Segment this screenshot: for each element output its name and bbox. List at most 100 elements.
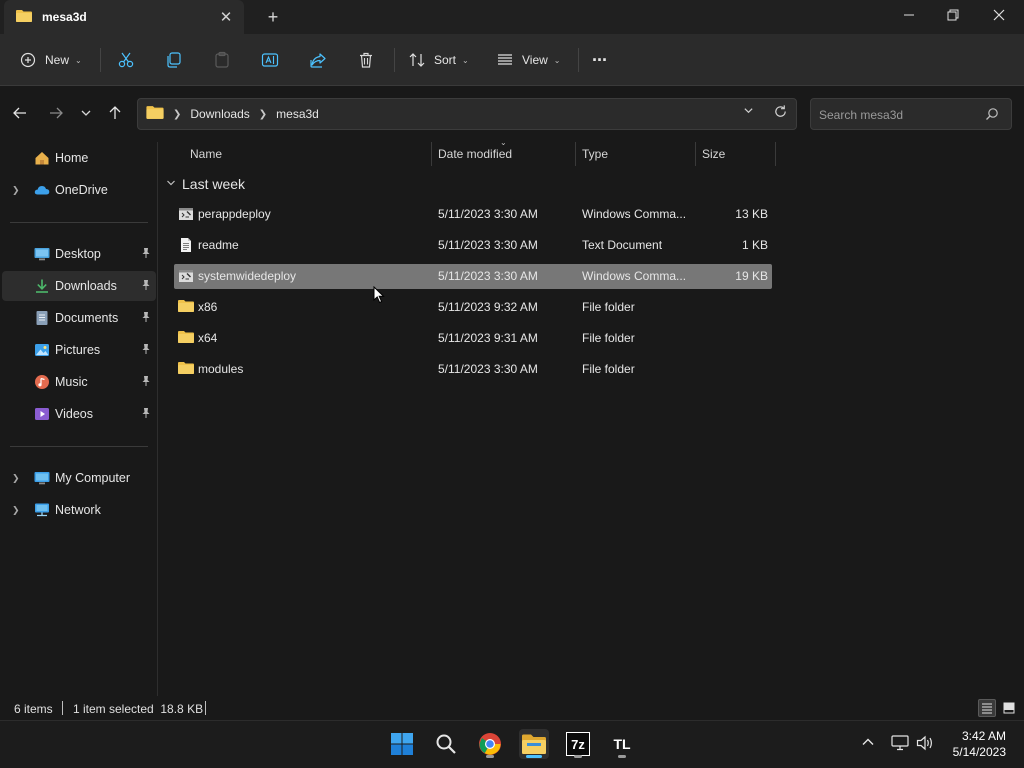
network-icon [34, 502, 50, 518]
arrow-left-icon [13, 107, 26, 119]
sidebar-item-desktop[interactable]: Desktop [0, 239, 156, 269]
taskbar-search-button[interactable] [431, 729, 461, 759]
sidebar-item-documents[interactable]: Documents [0, 303, 156, 333]
pin-icon [140, 311, 152, 326]
column-header-type[interactable]: Type [582, 142, 608, 166]
taskbar-tl-app[interactable]: TL [607, 729, 637, 759]
cmd-file-icon [178, 206, 194, 225]
table-row[interactable]: x86 5/11/2023 9:32 AM File folder [174, 295, 772, 320]
running-indicator [618, 755, 626, 758]
refresh-button[interactable] [773, 104, 788, 122]
sidebar-item-music[interactable]: Music [0, 367, 156, 397]
sort-label: Sort [434, 53, 457, 67]
tab-title: mesa3d [42, 10, 87, 24]
more-options-button[interactable]: ··· [592, 46, 608, 74]
chevron-down-icon [81, 110, 91, 116]
up-button[interactable] [104, 102, 126, 124]
sort-button[interactable]: Sort ⌄ [408, 46, 469, 74]
column-divider[interactable] [575, 142, 576, 166]
back-button[interactable] [9, 102, 31, 124]
table-row[interactable]: readme 5/11/2023 3:30 AM Text Document 1… [174, 233, 772, 258]
expand-chevron-icon[interactable]: ❯ [12, 473, 20, 484]
system-clock[interactable]: 3:42 AM 5/14/2023 [953, 728, 1006, 760]
file-type: Windows Comma... [582, 269, 687, 283]
pin-icon [140, 279, 152, 294]
file-list: Name Date modified ⌄ Type Size Last week… [160, 138, 1024, 696]
paste-icon [215, 51, 229, 68]
search-icon[interactable] [985, 107, 999, 124]
sidebar-item-label: Desktop [55, 247, 101, 261]
large-icons-view-button[interactable] [1000, 699, 1018, 717]
taskbar-chrome[interactable] [475, 729, 505, 759]
music-icon [34, 374, 50, 390]
column-divider[interactable] [775, 142, 776, 166]
start-button[interactable] [387, 729, 417, 759]
status-bar: 6 items 1 item selected 18.8 KB [0, 696, 1024, 720]
home-icon [34, 150, 50, 166]
file-date: 5/11/2023 3:30 AM [438, 207, 538, 221]
clock-date: 5/14/2023 [952, 745, 1006, 759]
breadcrumb-downloads[interactable]: Downloads [190, 107, 249, 121]
copy-button[interactable] [165, 46, 183, 74]
sort-icon [409, 53, 425, 67]
expand-chevron-icon[interactable]: ❯ [12, 505, 20, 516]
sidebar-item-my-computer[interactable]: ❯ My Computer [0, 463, 156, 493]
collapse-chevron-icon[interactable] [166, 178, 176, 190]
new-button[interactable]: New ⌄ [20, 46, 82, 74]
toolbar-divider [100, 48, 101, 72]
taskbar-7zip[interactable]: 7z [563, 729, 593, 759]
restore-button[interactable] [930, 0, 976, 30]
column-header-name[interactable]: Name [190, 142, 222, 166]
new-tab-button[interactable]: + [262, 6, 284, 28]
sidebar-item-pictures[interactable]: Pictures [0, 335, 156, 365]
forward-button[interactable] [45, 102, 67, 124]
rename-icon [261, 53, 279, 67]
breadcrumb-mesa3d[interactable]: mesa3d [276, 107, 319, 121]
table-row[interactable]: perappdeploy 5/11/2023 3:30 AM Windows C… [174, 202, 772, 227]
view-button[interactable]: View ⌄ [496, 46, 561, 74]
sidebar-item-network[interactable]: ❯ Network [0, 495, 156, 525]
file-date: 5/11/2023 9:32 AM [438, 300, 538, 314]
column-header-size[interactable]: Size [702, 142, 725, 166]
column-divider[interactable] [695, 142, 696, 166]
sidebar-item-label: Downloads [55, 279, 117, 293]
table-row[interactable]: modules 5/11/2023 3:30 AM File folder [174, 357, 772, 382]
breadcrumb-chevron-icon: ❯ [258, 108, 268, 120]
file-date: 5/11/2023 3:30 AM [438, 269, 538, 283]
group-header-last-week[interactable]: Last week [166, 176, 245, 192]
delete-button[interactable] [357, 46, 375, 74]
column-divider[interactable] [431, 142, 432, 166]
sidebar-item-label: Home [55, 151, 89, 165]
sidebar-item-onedrive[interactable]: ❯ OneDrive [0, 175, 156, 205]
close-tab-icon[interactable]: ✕ [216, 7, 236, 27]
taskbar-file-explorer[interactable] [519, 729, 549, 759]
sidebar-item-videos[interactable]: Videos [0, 399, 156, 429]
close-window-button[interactable] [976, 0, 1022, 30]
paste-button[interactable] [213, 46, 231, 74]
details-view-button[interactable] [978, 699, 996, 717]
search-box[interactable] [810, 98, 1012, 130]
table-row[interactable]: x64 5/11/2023 9:31 AM File folder [174, 326, 772, 351]
tab-mesa3d[interactable]: mesa3d ✕ [4, 0, 244, 34]
rename-button[interactable] [261, 46, 279, 74]
expand-chevron-icon[interactable]: ❯ [12, 185, 20, 196]
recent-locations-button[interactable] [75, 102, 97, 124]
tl-app-icon: TL [610, 732, 634, 756]
address-bar[interactable]: ❯ Downloads ❯ mesa3d [137, 98, 797, 130]
cloud-icon [34, 182, 50, 198]
volume-button[interactable] [916, 735, 934, 754]
minimize-button[interactable] [886, 0, 932, 30]
show-hidden-icons-button[interactable] [861, 735, 875, 752]
network-status-button[interactable] [891, 735, 909, 754]
sidebar-item-downloads[interactable]: Downloads [2, 271, 156, 301]
sidebar-item-home[interactable]: Home [0, 143, 156, 173]
sidebar-divider [10, 446, 148, 447]
search-input[interactable] [819, 106, 979, 124]
computer-icon [34, 470, 50, 486]
address-history-dropdown[interactable] [743, 105, 754, 119]
cut-button[interactable] [117, 46, 135, 74]
share-button[interactable] [309, 46, 327, 74]
search-icon [436, 734, 456, 754]
table-row[interactable]: systemwidedeploy 5/11/2023 3:30 AM Windo… [174, 264, 772, 289]
pin-icon [140, 247, 152, 262]
